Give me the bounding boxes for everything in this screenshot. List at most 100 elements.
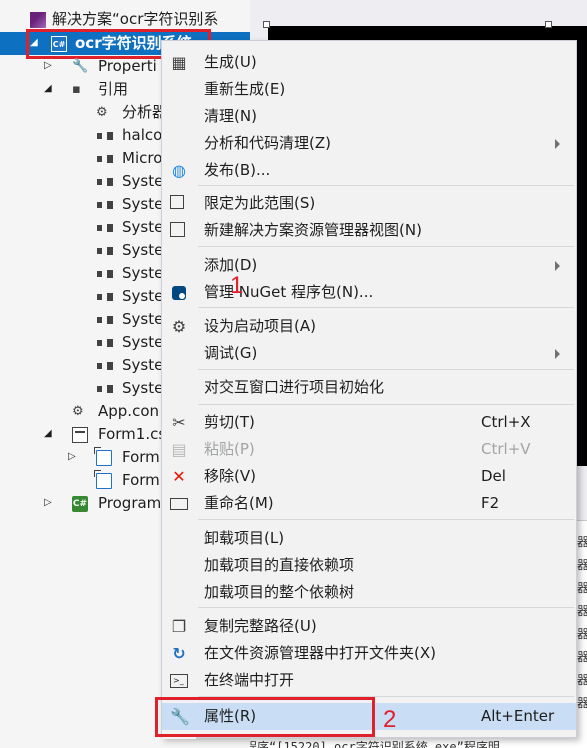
reference-icon [96, 312, 113, 328]
output-line: 器 [577, 696, 587, 710]
nuget-icon [170, 284, 188, 302]
menu-item[interactable]: 卸载项目(L) [162, 525, 576, 552]
menu-item-shortcut: Del [481, 467, 506, 485]
menu-item[interactable]: 重命名(M) F2 [162, 490, 576, 517]
tree-node-label: halco [122, 126, 163, 144]
csharp-file-icon: C# [72, 496, 88, 512]
menu-item-shortcut: Alt+Enter [481, 707, 555, 725]
menu-item-label: 设为启动项目(A) [204, 317, 316, 335]
submenu-arrow-icon [555, 139, 560, 149]
tree-node-label: Syste [122, 287, 164, 305]
globe-icon: ◍ [172, 161, 186, 180]
copy-icon: ❐ [171, 617, 187, 636]
menu-item-label: 新建解决方案资源管理器视图(N) [204, 221, 422, 239]
menu-item-label: 重命名(M) [204, 494, 274, 512]
reference-icon [96, 358, 113, 374]
tree-node-label: Syste [122, 379, 164, 397]
menu-item[interactable]: 加载项目的直接依赖项 [162, 552, 576, 579]
menu-item[interactable]: 清理(N) [162, 103, 576, 130]
tree-node-label: Micro [122, 149, 163, 167]
menu-item[interactable]: 管理 NuGet 程序包(N)... [162, 279, 576, 306]
expand-arrow-icon[interactable]: ▷ [44, 498, 54, 508]
tree-node-label: Form1.cs [98, 425, 167, 443]
resize-handle[interactable] [545, 21, 552, 28]
menu-item[interactable]: ↻ 在文件资源管理器中打开文件夹(X) [162, 640, 576, 667]
menu-item-shortcut: Ctrl+V [481, 440, 531, 458]
resource-icon [94, 447, 112, 466]
wrench-icon: 🔧 [72, 59, 89, 74]
tree-node-label: Form [122, 448, 160, 466]
annotation-number-1: 1 [230, 272, 244, 299]
menu-item[interactable]: >_ 在终端中打开 [162, 667, 576, 694]
solution-icon [30, 12, 46, 28]
tree-node-label: Properti [98, 57, 157, 75]
menu-separator [198, 246, 574, 247]
tree-solution-label: 解决方案“ocr字符识别系 [52, 10, 219, 28]
output-line: 器 [577, 650, 587, 664]
collapse-arrow-icon[interactable]: ◢ [44, 429, 54, 439]
output-line: 器 [577, 604, 587, 618]
menu-item[interactable]: 新建解决方案资源管理器视图(N) [162, 217, 576, 244]
menu-item-label: 调试(G) [204, 344, 258, 362]
tree-node-label: 引用 [98, 80, 129, 98]
gear-icon: ⚙ [171, 317, 187, 336]
output-bottom-line: 程序“[15220] ocr字符识别系统.exe”程序明 [245, 740, 500, 748]
output-line: 器 [577, 535, 587, 549]
config-icon: ⚙ [72, 404, 84, 419]
tree-node-label: Syste [122, 333, 164, 351]
reference-icon [96, 243, 113, 259]
menu-item[interactable]: 加载项目的整个依赖树 [162, 579, 576, 606]
reference-icon [96, 128, 113, 144]
menu-item-label: 限定为此范围(S) [204, 194, 316, 212]
output-line: 器 [577, 673, 587, 687]
menu-item-shortcut: F2 [481, 494, 500, 512]
reference-icon [96, 289, 113, 305]
menu-item-label: 加载项目的整个依赖树 [204, 583, 355, 601]
menu-item[interactable]: ◍ 发布(B)... [162, 157, 576, 184]
resize-handle[interactable] [263, 21, 270, 28]
output-line: 器 [577, 627, 587, 641]
menu-item[interactable]: ✕ 移除(V) Del [162, 463, 576, 490]
menu-item[interactable]: ❐ 复制完整路径(U) [162, 613, 576, 640]
reference-icon [96, 197, 113, 213]
menu-item-label: 加载项目的直接依赖项 [204, 556, 355, 574]
menu-item-label: 对交互窗口进行项目初始化 [204, 378, 385, 396]
terminal-icon: >_ [170, 674, 188, 688]
tree-node-label: Syste [122, 241, 164, 259]
menu-item[interactable]: 调试(G) [162, 340, 576, 367]
scissors-icon: ✂ [172, 413, 186, 432]
references-icon: ▪ [72, 82, 81, 97]
menu-item-label: 卸载项目(L) [204, 529, 285, 547]
collapse-arrow-icon[interactable]: ◢ [44, 84, 54, 94]
expand-arrow-icon[interactable]: ▷ [68, 452, 78, 462]
form-icon [72, 427, 88, 443]
reference-icon [96, 266, 113, 282]
menu-item[interactable]: ✂ 剪切(T) Ctrl+X [162, 409, 576, 436]
tree-node-label: Syste [122, 356, 164, 374]
menu-item-label: 重新生成(E) [204, 80, 286, 98]
refresh-icon: ↻ [172, 644, 186, 663]
menu-item[interactable]: 添加(D) [162, 252, 576, 279]
menu-item[interactable]: 重新生成(E) [162, 76, 576, 103]
menu-separator [198, 185, 574, 186]
tree-node-label: Syste [122, 264, 164, 282]
tree-node-label: Syste [122, 218, 164, 236]
output-line: 器 [577, 581, 587, 595]
menu-item[interactable]: 分析和代码清理(Z) [162, 130, 576, 157]
menu-item-label: 生成(U) [204, 53, 257, 71]
tree-solution-node[interactable]: 解决方案“ocr字符识别系 [0, 8, 250, 31]
menu-separator [198, 307, 574, 308]
analyzer-icon: ⚙ [96, 105, 108, 120]
annotation-number-2: 2 [383, 706, 397, 733]
menu-item[interactable]: 对交互窗口进行项目初始化 [162, 374, 576, 401]
expand-arrow-icon[interactable]: ▷ [44, 61, 54, 71]
menu-item-label: 清理(N) [204, 107, 257, 125]
submenu-arrow-icon [555, 261, 560, 271]
menu-separator [198, 404, 574, 405]
menu-item-label: 在文件资源管理器中打开文件夹(X) [204, 644, 436, 662]
tree-node-label: Form [122, 471, 160, 489]
menu-item[interactable]: ▦ 生成(U) [162, 49, 576, 76]
paste-icon: ▤ [171, 440, 187, 459]
menu-item[interactable]: 限定为此范围(S) [162, 190, 576, 217]
menu-item[interactable]: ⚙ 设为启动项目(A) [162, 313, 576, 340]
